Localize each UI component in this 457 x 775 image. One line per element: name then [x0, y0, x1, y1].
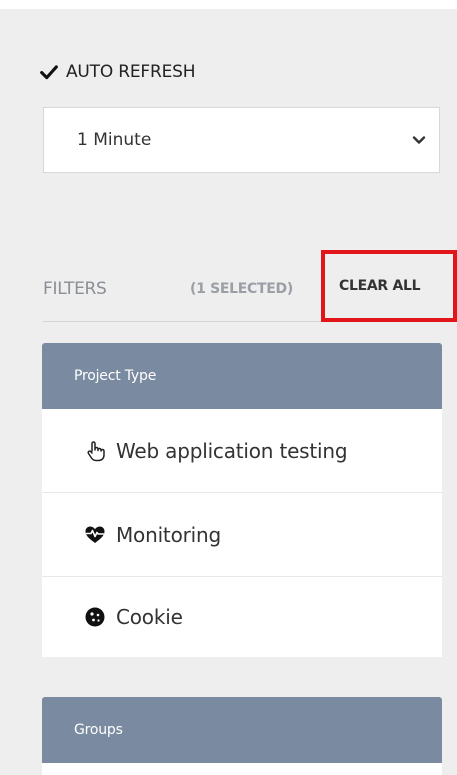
filter-item-monitoring[interactable]: Monitoring	[42, 493, 442, 577]
filter-item-label: Monitoring	[116, 522, 221, 547]
project-type-header[interactable]: Project Type	[42, 343, 442, 409]
groups-body	[42, 763, 442, 775]
project-type-panel: Project Type Web application testing Mon…	[42, 343, 442, 657]
project-type-title: Project Type	[74, 368, 157, 384]
filter-item-web-application-testing[interactable]: Web application testing	[42, 409, 442, 493]
top-strip	[0, 0, 457, 9]
auto-refresh-toggle[interactable]: AUTO REFRESH	[40, 62, 196, 82]
selected-count-badge: (1 SELECTED)	[190, 281, 293, 297]
refresh-interval-select[interactable]: 1 Minute	[43, 107, 440, 173]
refresh-interval-value: 1 Minute	[77, 130, 152, 150]
heart-pulse-icon	[84, 524, 106, 546]
filters-heading: FILTERS	[43, 279, 107, 299]
filter-item-label: Web application testing	[116, 438, 348, 463]
groups-panel: Groups	[42, 697, 442, 775]
groups-title: Groups	[74, 722, 123, 738]
filters-divider	[43, 321, 321, 322]
filter-item-label: Cookie	[116, 605, 183, 629]
auto-refresh-label: AUTO REFRESH	[66, 62, 196, 82]
chevron-down-icon	[412, 136, 426, 144]
pointer-hand-icon	[84, 440, 106, 462]
checkmark-icon	[40, 65, 58, 80]
filter-item-cookie[interactable]: Cookie	[42, 577, 442, 657]
clear-all-label: CLEAR ALL	[339, 278, 421, 294]
groups-header[interactable]: Groups	[42, 697, 442, 763]
clear-all-button[interactable]: CLEAR ALL	[321, 250, 457, 322]
cookie-icon	[84, 606, 106, 628]
